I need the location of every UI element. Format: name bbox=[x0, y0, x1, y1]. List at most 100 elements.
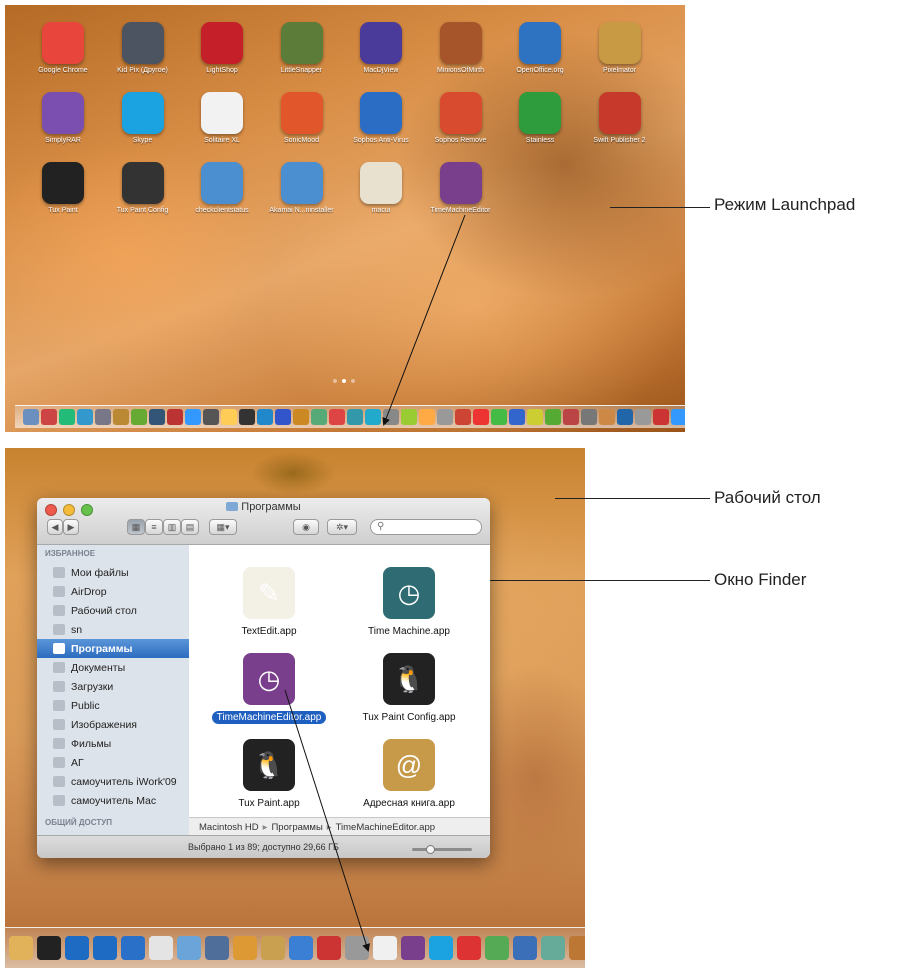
dock-app-icon[interactable] bbox=[257, 409, 273, 425]
dock-app-icon[interactable] bbox=[121, 936, 145, 960]
dock-app-icon[interactable] bbox=[581, 409, 597, 425]
dock-app-icon[interactable] bbox=[653, 409, 669, 425]
dock-app-icon[interactable] bbox=[419, 409, 435, 425]
launchpad-app-sophos-remove[interactable]: Sophos Remove bbox=[421, 92, 501, 144]
finder-window[interactable]: Программы ◀ ▶ ▦ ≡ ▥ ▤ ▦▾ ◉ ✲▾ ⚲ ИЗБРАННО… bbox=[37, 498, 490, 858]
coverflow-view-button[interactable]: ▤ bbox=[181, 519, 199, 535]
sidebar-item[interactable]: самоучитель iWork'09 bbox=[37, 772, 189, 791]
sidebar-item[interactable]: Программы bbox=[37, 639, 189, 658]
dock-app-icon[interactable] bbox=[401, 409, 417, 425]
dock-app-icon[interactable] bbox=[347, 409, 363, 425]
path-segment[interactable]: TimeMachineEditor.app bbox=[336, 822, 435, 833]
dock-app-icon[interactable] bbox=[437, 409, 453, 425]
dock-app-icon[interactable] bbox=[95, 409, 111, 425]
dock-app-icon[interactable] bbox=[429, 936, 453, 960]
launchpad-app-skype[interactable]: Skype bbox=[103, 92, 183, 144]
launchpad-app-simplyrar[interactable]: SimplyRAR bbox=[23, 92, 103, 144]
page-dot[interactable] bbox=[333, 379, 337, 383]
launchpad-app-timemachineeditor[interactable]: TimeMachineEditor bbox=[421, 162, 501, 214]
finder-titlebar[interactable]: Программы ◀ ▶ ▦ ≡ ▥ ▤ ▦▾ ◉ ✲▾ ⚲ bbox=[37, 498, 490, 545]
arrange-menu-button[interactable]: ▦▾ bbox=[209, 519, 237, 535]
dock-app-icon[interactable] bbox=[457, 936, 481, 960]
sidebar-item[interactable]: AirDrop bbox=[37, 582, 189, 601]
path-segment[interactable]: Macintosh HD bbox=[199, 822, 259, 833]
dock-app-icon[interactable] bbox=[177, 936, 201, 960]
launchpad-app-sonicmood[interactable]: SonicMood bbox=[262, 92, 342, 144]
dock-app-icon[interactable] bbox=[373, 936, 397, 960]
quick-look-button[interactable]: ◉ bbox=[293, 519, 319, 535]
page-dot[interactable] bbox=[351, 379, 355, 383]
column-view-button[interactable]: ▥ bbox=[163, 519, 181, 535]
dock-app-icon[interactable] bbox=[329, 409, 345, 425]
launchpad-app-tux-paint[interactable]: Tux Paint bbox=[23, 162, 103, 214]
launchpad-app-macui[interactable]: macui bbox=[341, 162, 421, 214]
dock-app-icon[interactable] bbox=[541, 936, 565, 960]
sidebar-item[interactable]: Документы bbox=[37, 658, 189, 677]
search-input[interactable]: ⚲ bbox=[370, 519, 482, 535]
dock-app-icon[interactable] bbox=[345, 936, 369, 960]
dock-app-icon[interactable] bbox=[383, 409, 399, 425]
dock-app-icon[interactable] bbox=[113, 409, 129, 425]
dock-app-icon[interactable] bbox=[311, 409, 327, 425]
dock-app-icon[interactable] bbox=[41, 409, 57, 425]
sidebar-item[interactable]: Изображения bbox=[37, 715, 189, 734]
dock-app-icon[interactable] bbox=[473, 409, 489, 425]
dock-app-icon[interactable] bbox=[545, 409, 561, 425]
dock-app-icon[interactable] bbox=[365, 409, 381, 425]
dock-app-icon[interactable] bbox=[293, 409, 309, 425]
sidebar-item[interactable]: АГ bbox=[37, 753, 189, 772]
launchpad-app-checkclientstatus[interactable]: checkclientstatus bbox=[182, 162, 262, 214]
dock-app-icon[interactable] bbox=[485, 936, 509, 960]
dock-app-icon[interactable] bbox=[513, 936, 537, 960]
dock-app-icon[interactable] bbox=[491, 409, 507, 425]
launchpad-app-openoffice-org[interactable]: OpenOffice.org bbox=[500, 22, 580, 74]
dock-app-icon[interactable] bbox=[233, 936, 257, 960]
launchpad-app-stainless[interactable]: Stainless bbox=[500, 92, 580, 144]
dock-app-icon[interactable] bbox=[275, 409, 291, 425]
file-item[interactable]: 🐧 Tux Paint Config.app bbox=[344, 653, 474, 725]
dock-app-icon[interactable] bbox=[205, 936, 229, 960]
sidebar-item[interactable]: Мои файлы bbox=[37, 563, 189, 582]
dock-app-icon[interactable] bbox=[563, 409, 579, 425]
back-button[interactable]: ◀ bbox=[47, 519, 63, 535]
launchpad-app-swift-publisher-2[interactable]: Swift Publisher 2 bbox=[580, 92, 660, 144]
sidebar-item[interactable]: Фильмы bbox=[37, 734, 189, 753]
sidebar-item[interactable]: самоучитель Mac bbox=[37, 791, 189, 810]
dock-app-icon[interactable] bbox=[455, 409, 471, 425]
icon-size-slider[interactable] bbox=[412, 845, 472, 854]
dock-app-icon[interactable] bbox=[635, 409, 651, 425]
file-item[interactable]: ◷ Time Machine.app bbox=[344, 567, 474, 639]
launchpad-app-tux-paint-config[interactable]: Tux Paint Config bbox=[103, 162, 183, 214]
dock-app-icon[interactable] bbox=[23, 409, 39, 425]
dock-app-icon[interactable] bbox=[239, 409, 255, 425]
dock-app-icon[interactable] bbox=[167, 409, 183, 425]
launchpad-app-solitaire-xl[interactable]: Solitaire XL bbox=[182, 92, 262, 144]
launchpad-app-minionsofmirth[interactable]: MinionsOfMirth bbox=[421, 22, 501, 74]
file-item[interactable]: 🐧 Tux Paint.app bbox=[204, 739, 334, 811]
page-dot[interactable] bbox=[342, 379, 346, 383]
dock-app-icon[interactable] bbox=[131, 409, 147, 425]
dock-app-icon[interactable] bbox=[599, 409, 615, 425]
action-menu-button[interactable]: ✲▾ bbox=[327, 519, 357, 535]
list-view-button[interactable]: ≡ bbox=[145, 519, 163, 535]
path-segment[interactable]: Программы bbox=[271, 822, 322, 833]
dock-app-icon[interactable] bbox=[93, 936, 117, 960]
dock-app-icon[interactable] bbox=[185, 409, 201, 425]
file-item[interactable]: ✎ TextEdit.app bbox=[204, 567, 334, 639]
dock-app-icon[interactable] bbox=[317, 936, 341, 960]
file-item[interactable]: @ Адресная книга.app bbox=[344, 739, 474, 811]
sidebar-item[interactable]: Public bbox=[37, 696, 189, 715]
dock-app-icon[interactable] bbox=[509, 409, 525, 425]
icon-view-button[interactable]: ▦ bbox=[127, 519, 145, 535]
sidebar-item[interactable]: Рабочий стол bbox=[37, 601, 189, 620]
dock-app-icon[interactable] bbox=[221, 409, 237, 425]
file-item[interactable]: ◷ TimeMachineEditor.app bbox=[204, 653, 334, 725]
dock-app-icon[interactable] bbox=[289, 936, 313, 960]
launchpad-app-sophos-anti-virus[interactable]: Sophos Anti-Virus bbox=[341, 92, 421, 144]
launchpad-app-akamai-n-ninstaller[interactable]: Akamai N...ninstaller bbox=[262, 162, 342, 214]
forward-button[interactable]: ▶ bbox=[63, 519, 79, 535]
slider-knob[interactable] bbox=[426, 845, 435, 854]
launchpad-app-lightshop[interactable]: LightShop bbox=[182, 22, 262, 74]
dock-app-icon[interactable] bbox=[37, 936, 61, 960]
dock-app-icon[interactable] bbox=[149, 936, 173, 960]
